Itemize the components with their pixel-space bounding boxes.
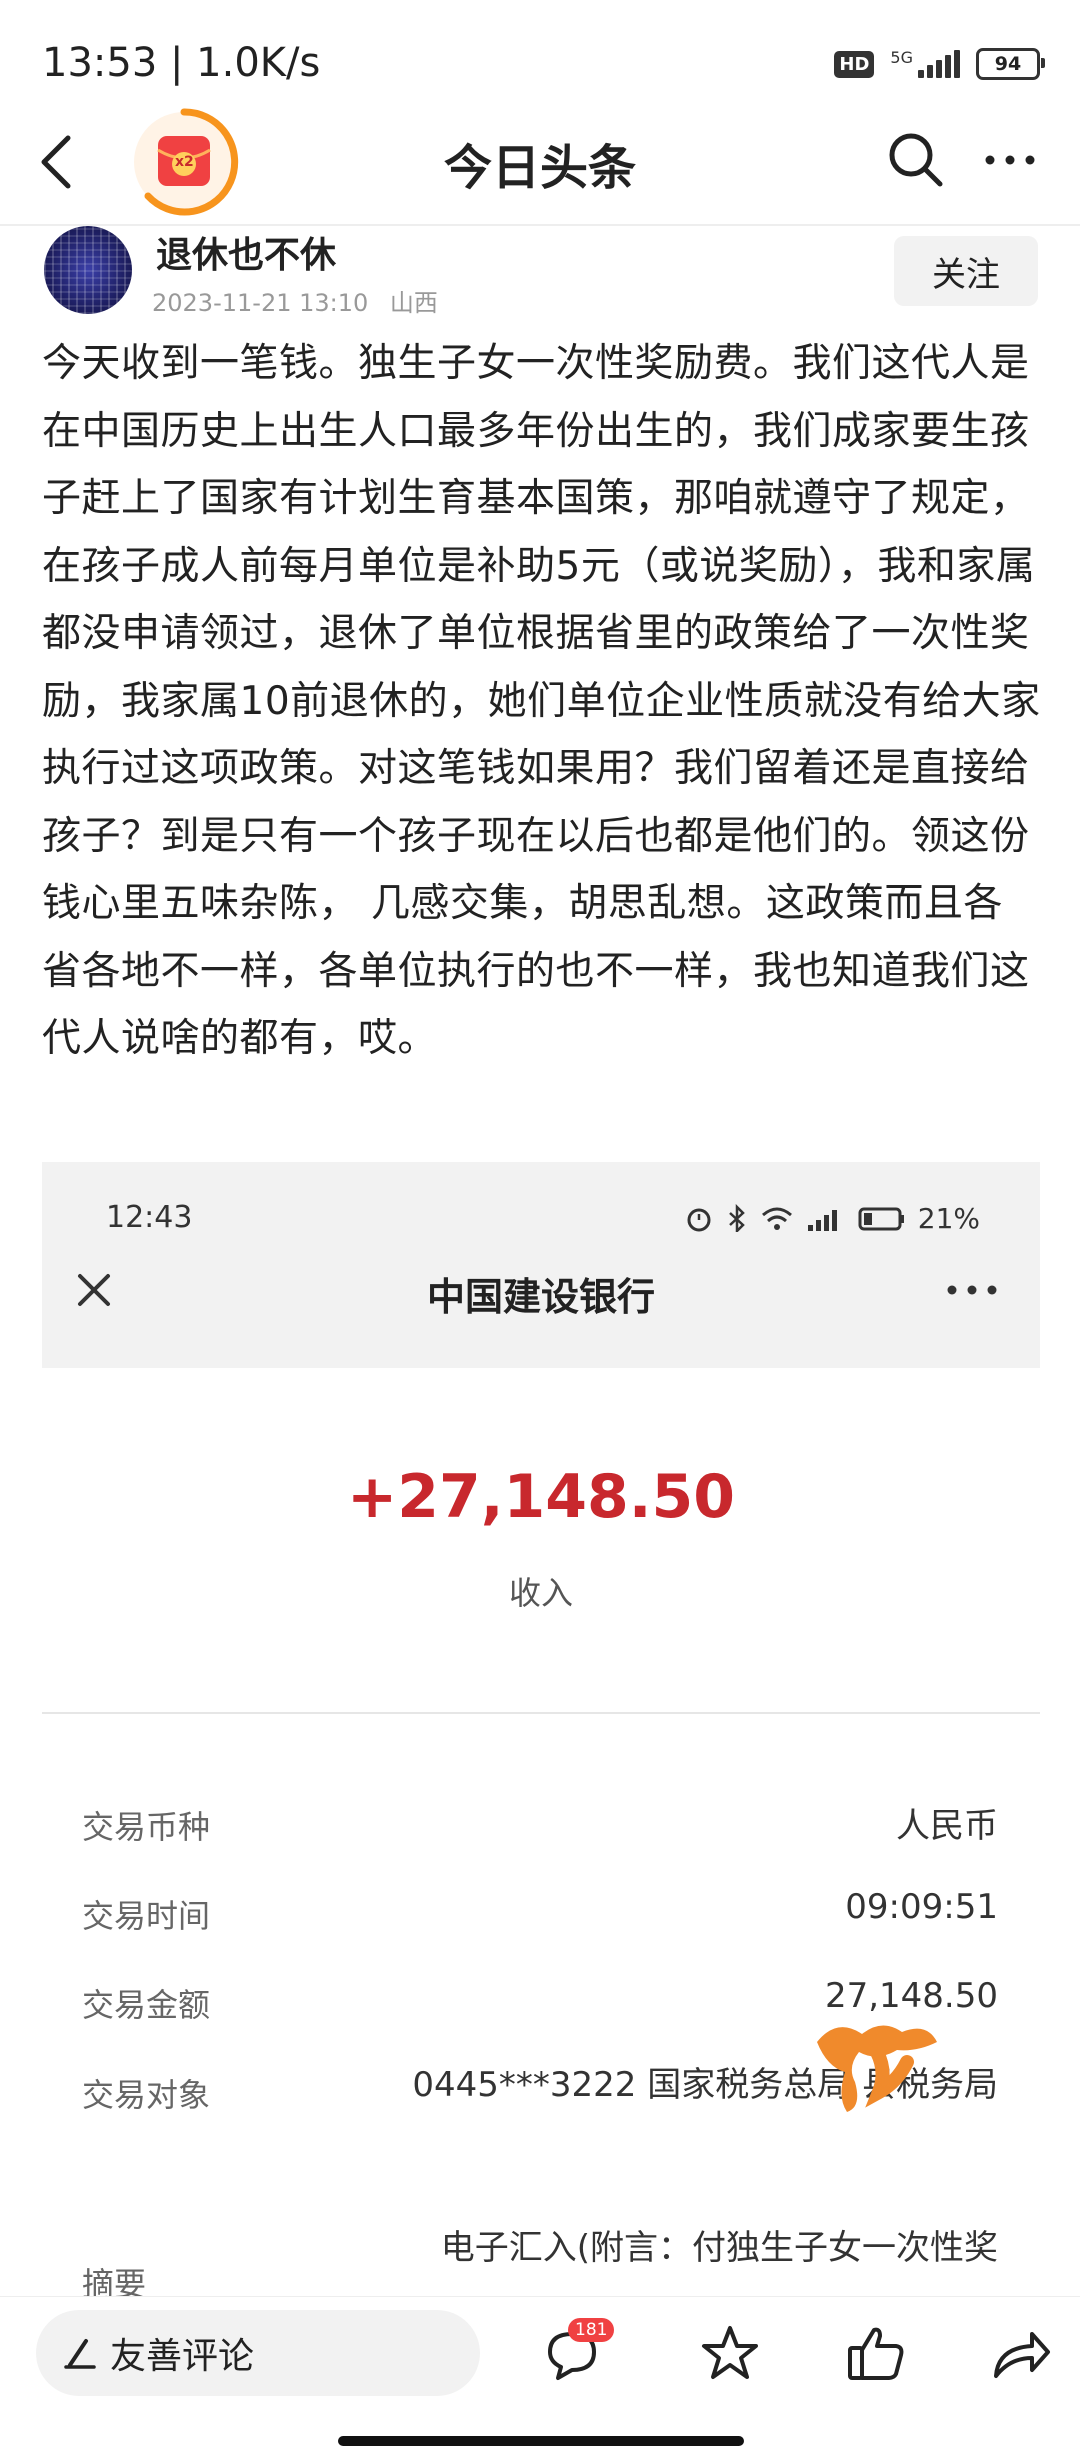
favorite-button[interactable] bbox=[694, 2318, 766, 2390]
more-dots-icon bbox=[947, 1285, 997, 1295]
comment-placeholder: 友善评论 bbox=[110, 2336, 255, 2377]
search-icon bbox=[889, 133, 943, 187]
bank-screenshot-image[interactable]: 12:43 21% 中国建设银行 +27,148.50 收入 交易币种 人民币 … bbox=[42, 1162, 1040, 2298]
cell-signal-icon bbox=[807, 1209, 837, 1231]
post-datetime: 2023-11-21 13:10 bbox=[152, 289, 369, 317]
search-button[interactable] bbox=[884, 128, 948, 192]
like-button[interactable] bbox=[840, 2318, 912, 2390]
more-button[interactable] bbox=[980, 140, 1040, 180]
pen-icon bbox=[64, 2339, 96, 2369]
transaction-type: 收入 bbox=[508, 1574, 573, 1612]
thumbs-up-icon bbox=[848, 2327, 904, 2380]
comment-input[interactable]: 友善评论 bbox=[36, 2310, 480, 2396]
bank-title: 中国建设银行 bbox=[426, 1275, 655, 1319]
status-time: 13:53 | 1.0K/s bbox=[42, 40, 321, 86]
star-icon bbox=[702, 2326, 758, 2379]
post-meta: 2023-11-21 13:10 山西 bbox=[152, 283, 438, 318]
home-indicator[interactable] bbox=[338, 2436, 744, 2446]
screenshot-battery: 21% bbox=[917, 1202, 980, 1235]
comment-count-badge: 181 bbox=[568, 2318, 615, 2342]
detail-label-memo: 摘要 bbox=[82, 2265, 147, 2298]
screenshot-status-icons: 21% bbox=[684, 1202, 980, 1235]
bluetooth-icon bbox=[728, 1203, 745, 1234]
follow-button[interactable]: 关注 bbox=[894, 236, 1038, 306]
status-icons: HD 5G 94 bbox=[834, 48, 1045, 80]
screenshot-time: 12:43 bbox=[106, 1200, 193, 1235]
article-body: 今天收到一笔钱。独生子女一次性奖励费。我们这代人是在中国历史上出生人口最多年份出… bbox=[42, 341, 1041, 1061]
transaction-amount: +27,148.50 bbox=[346, 1462, 736, 1532]
detail-value-time: 09:09:51 bbox=[845, 1887, 998, 1927]
author-name[interactable]: 退休也不休 bbox=[156, 226, 336, 278]
share-arrow-icon bbox=[994, 2332, 1050, 2378]
author-avatar[interactable] bbox=[44, 226, 132, 314]
network-type: 5G bbox=[890, 48, 913, 67]
divider bbox=[42, 1712, 1040, 1714]
screenshot-header: 中国建设银行 bbox=[42, 1232, 1040, 1368]
redaction-scribble bbox=[817, 2025, 937, 2112]
wifi-icon bbox=[761, 1207, 792, 1230]
battery-low-icon bbox=[858, 1207, 904, 1230]
battery-level: 94 bbox=[994, 53, 1022, 75]
signal-icon: 5G bbox=[890, 50, 960, 78]
hd-badge: HD bbox=[834, 50, 875, 78]
detail-label-counterparty: 交易对象 bbox=[82, 2076, 211, 2114]
detail-label-currency: 交易币种 bbox=[82, 1808, 211, 1846]
post-location: 山西 bbox=[389, 289, 438, 317]
more-dots-icon bbox=[985, 155, 1035, 165]
detail-label-time: 交易时间 bbox=[82, 1897, 211, 1935]
share-button[interactable] bbox=[984, 2318, 1056, 2390]
screenshot-status-bar: 12:43 21% bbox=[42, 1162, 1040, 1235]
battery-icon: 94 bbox=[976, 48, 1045, 80]
alarm-icon bbox=[687, 1208, 711, 1231]
detail-value-amount: 27,148.50 bbox=[824, 1976, 998, 2016]
detail-value-currency: 人民币 bbox=[896, 1806, 998, 1846]
detail-label-amount: 交易金额 bbox=[82, 1986, 211, 2024]
detail-value-memo: 电子汇入(附言：付独生子女一次性奖 bbox=[440, 2228, 998, 2268]
